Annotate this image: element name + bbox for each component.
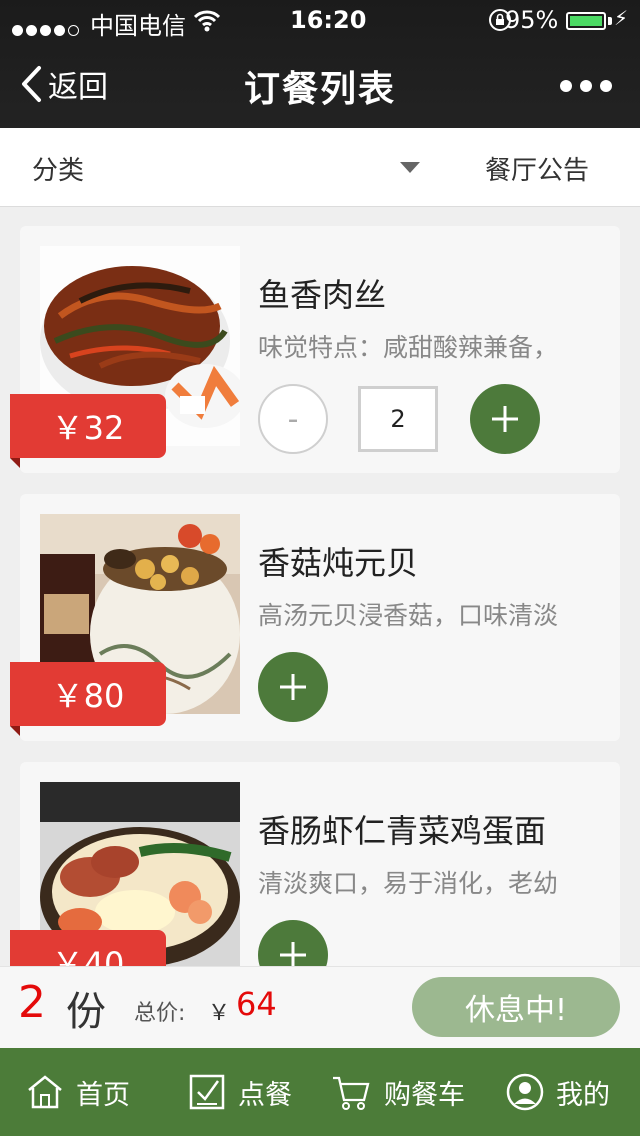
dish-name: 鱼香肉丝 [258, 276, 387, 314]
restaurant-notice-link[interactable]: 餐厅公告 [485, 150, 589, 187]
dish-description: 味觉特点：咸甜酸辣兼备， [258, 333, 559, 362]
tab-cart-label: 购餐车 [384, 1079, 465, 1111]
battery-icon [566, 12, 606, 30]
quantity-field[interactable]: 2 [358, 386, 438, 452]
currency-symbol: ￥ [208, 1001, 231, 1026]
page-title: 订餐列表 [243, 69, 396, 110]
dish-list[interactable]: ￥32 鱼香肉丝 味觉特点：咸甜酸辣兼备， - 2 ￥80 香菇炖元贝 高汤元贝… [0, 206, 640, 966]
signal-icon [12, 14, 82, 42]
dish-card: ￥80 香菇炖元贝 高汤元贝浸香菇，口味清淡 [10, 494, 620, 741]
plus-icon [280, 942, 306, 966]
tab-profile-label: 我的 [556, 1079, 610, 1111]
charging-icon: ⚡ [613, 6, 628, 30]
top-bar: 中国电信 16:20 95% ⚡ 返回 订餐列表 [0, 0, 640, 128]
tab-cart[interactable]: 购餐车 [330, 1048, 465, 1136]
order-icon [189, 1074, 225, 1110]
order-summary-bar: 2 份 总价: ￥ 64 休息中! [0, 966, 640, 1049]
bottom-tab-bar: 首页 点餐 购餐车 我的 [0, 1048, 640, 1136]
status-bar: 中国电信 16:20 95% ⚡ [0, 0, 640, 40]
cart-icon [333, 1076, 370, 1110]
total-price-value: 64 [236, 985, 277, 1023]
tab-profile[interactable]: 我的 [506, 1048, 610, 1136]
decrease-quantity-button[interactable]: - [258, 384, 328, 454]
price-tag: ￥80 [10, 662, 166, 736]
add-to-order-button[interactable] [258, 920, 328, 966]
battery-percent: 95% [505, 6, 559, 34]
more-menu-button[interactable] [560, 80, 612, 92]
increase-quantity-button[interactable] [470, 384, 540, 454]
dropdown-caret-icon[interactable] [400, 162, 420, 173]
tab-order-label: 点餐 [238, 1079, 292, 1111]
filter-bar: 分类 餐厅公告 [0, 128, 640, 207]
user-icon [506, 1073, 544, 1111]
dish-name: 香肠虾仁青菜鸡蛋面 [258, 812, 547, 850]
total-price-label: 总价: [134, 1001, 186, 1026]
clock: 16:20 [290, 6, 367, 34]
dish-description: 清淡爽口，易于消化，老幼 [258, 869, 559, 898]
minus-icon: - [287, 401, 299, 437]
more-dot-icon [600, 80, 612, 92]
price-tag: ￥40 [10, 930, 166, 966]
dish-description: 高汤元贝浸香菇，口味清淡 [258, 601, 559, 630]
price-tag: ￥32 [10, 394, 166, 468]
wifi-icon [194, 10, 220, 32]
more-dot-icon [560, 80, 572, 92]
closed-status-button[interactable]: 休息中! [412, 977, 620, 1037]
carrier-label: 中国电信 [90, 12, 186, 40]
home-icon [28, 1075, 62, 1109]
item-count-unit: 份 [66, 989, 106, 1035]
dish-card: ￥40 香肠虾仁青菜鸡蛋面 清淡爽口，易于消化，老幼 [10, 762, 620, 966]
item-count: 2 [18, 977, 46, 1028]
more-dot-icon [580, 80, 592, 92]
battery-tip [608, 17, 612, 25]
dish-name: 香菇炖元贝 [258, 544, 419, 582]
dish-card: ￥32 鱼香肉丝 味觉特点：咸甜酸辣兼备， - 2 [10, 226, 620, 473]
plus-icon [280, 674, 306, 700]
plus-icon [492, 406, 518, 432]
add-to-order-button[interactable] [258, 652, 328, 722]
tab-home-label: 首页 [76, 1079, 130, 1111]
category-filter[interactable]: 分类 [32, 150, 84, 187]
tab-order[interactable]: 点餐 [188, 1048, 292, 1136]
tab-home[interactable]: 首页 [26, 1048, 130, 1136]
